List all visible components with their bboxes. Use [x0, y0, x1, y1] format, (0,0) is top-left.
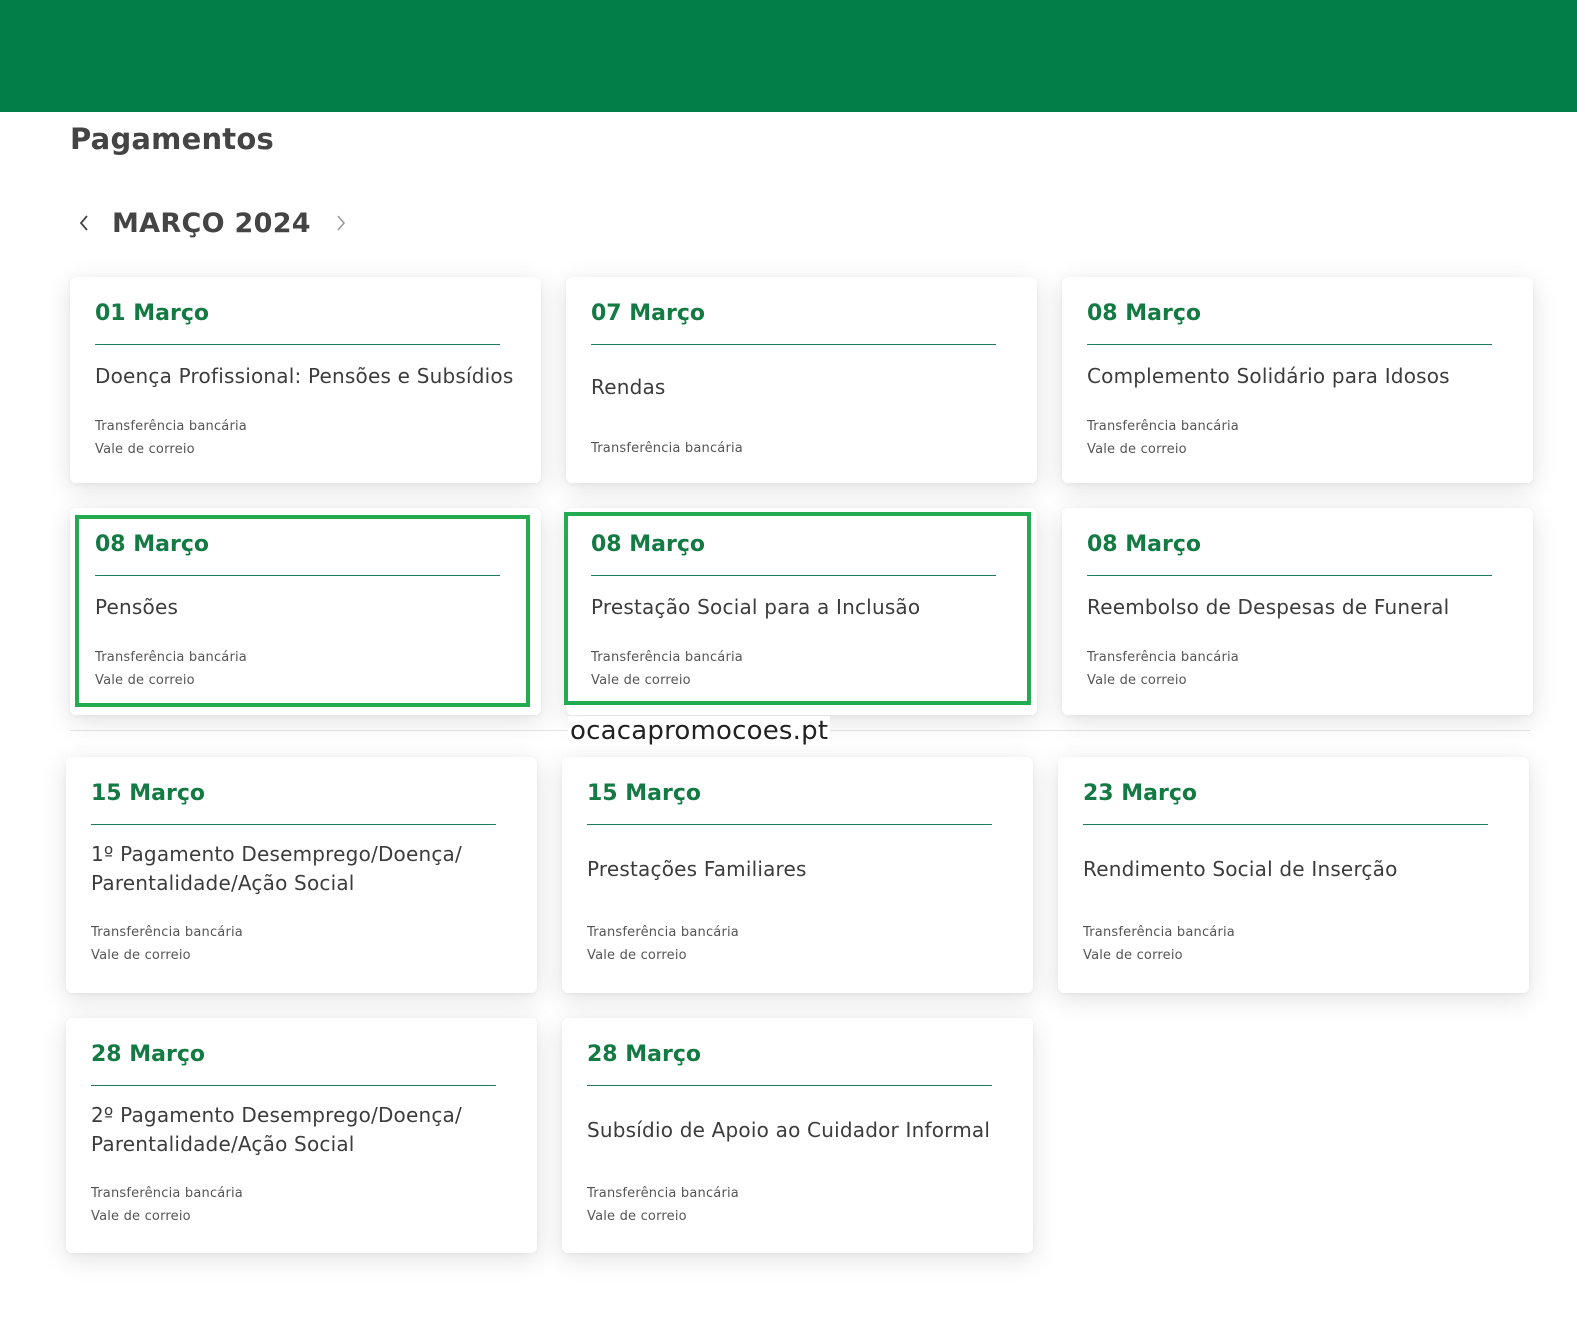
payment-date: 28 Março	[587, 1042, 702, 1067]
payment-methods-list: Transferência bancária	[591, 437, 1037, 460]
payment-benefit-title: Pensões	[95, 594, 179, 619]
payment-date: 15 Março	[587, 781, 702, 806]
payment-methods-list: Transferência bancária Vale de correio	[591, 646, 1037, 692]
payment-benefit-title: Prestação Social para a Inclusão	[591, 594, 921, 619]
payment-method: Transferência bancária	[587, 1186, 739, 1201]
payment-method: Transferência bancária	[591, 650, 743, 665]
payment-method: Transferência bancária	[95, 419, 247, 434]
payment-card[interactable]: 08 Março Pensões Transferência bancária Val…	[70, 508, 541, 715]
payment-card[interactable]: 15 Março 1º Pagamento Desemprego/Doença/ …	[66, 757, 537, 993]
payment-methods-list: Transferência bancária Vale de correio	[91, 921, 537, 967]
payment-methods-list: Transferência bancária Vale de correio	[1087, 415, 1533, 461]
payment-card[interactable]: 07 Março Rendas Transferência bancária	[566, 277, 1037, 483]
payment-methods-list: Transferência bancária Vale de correio	[95, 415, 541, 461]
payment-date: 08 Março	[1087, 532, 1202, 557]
payment-method: Vale de correio	[1083, 948, 1183, 963]
payment-benefit-title: Doença Profissional: Pensões e Subsídios	[95, 363, 514, 388]
payment-date: 15 Março	[91, 781, 206, 806]
payment-card[interactable]: 08 Março Reembolso de Despesas de Funeral…	[1062, 508, 1533, 715]
payment-method: Vale de correio	[1087, 673, 1187, 688]
payment-method: Vale de correio	[95, 442, 195, 457]
next-month-button[interactable]	[327, 203, 355, 243]
payment-date: 08 Março	[1087, 301, 1202, 326]
payment-date: 01 Março	[95, 301, 210, 326]
payment-methods-list: Transferência bancária Vale de correio	[91, 1182, 537, 1228]
payment-method: Transferência bancária	[1083, 925, 1235, 940]
payment-method: Transferência bancária	[95, 650, 247, 665]
payment-benefit-title: Rendas	[591, 374, 666, 399]
payment-method: Transferência bancária	[91, 925, 243, 940]
payment-benefit-title: Complemento Solidário para Idosos	[1087, 363, 1450, 388]
payment-card[interactable]: 28 Março Subsídio de Apoio ao Cuidador In…	[562, 1018, 1033, 1253]
current-month-label: MARÇO 2024	[112, 207, 311, 239]
payment-card[interactable]: 01 Março Doença Profissional: Pensões e S…	[70, 277, 541, 483]
payment-benefit-title: Reembolso de Despesas de Funeral	[1087, 594, 1450, 619]
page-title: Pagamentos	[70, 122, 274, 156]
payment-method: Vale de correio	[587, 948, 687, 963]
payment-benefit-title: Rendimento Social de Inserção	[1083, 856, 1398, 881]
previous-month-button[interactable]	[70, 203, 98, 243]
payment-methods-list: Transferência bancária Vale de correio	[587, 921, 1033, 967]
payment-card[interactable]: 23 Março Rendimento Social de Inserção Tra…	[1058, 757, 1529, 993]
watermark-text: ocacapromocoes.pt	[568, 716, 831, 746]
payment-methods-list: Transferência bancária Vale de correio	[587, 1182, 1033, 1228]
payment-card[interactable]: 08 Março Prestação Social para a Inclusão…	[566, 508, 1037, 715]
payment-date: 07 Março	[591, 301, 706, 326]
payment-method: Vale de correio	[1087, 442, 1187, 457]
payment-method: Vale de correio	[95, 673, 195, 688]
payment-method: Transferência bancária	[1087, 650, 1239, 665]
payment-method: Vale de correio	[91, 1209, 191, 1224]
payment-benefit-title: 2º Pagamento Desemprego/Doença/ Parental…	[91, 1103, 462, 1156]
payment-method: Transferência bancária	[587, 925, 739, 940]
payment-date: 08 Março	[95, 532, 210, 557]
payment-benefit-title: Prestações Familiares	[587, 856, 807, 881]
chevron-right-icon	[337, 215, 345, 231]
payment-methods-list: Transferência bancária Vale de correio	[1087, 646, 1533, 692]
payment-method: Transferência bancária	[591, 441, 743, 456]
payment-method: Vale de correio	[587, 1209, 687, 1224]
chevron-left-icon	[79, 215, 88, 231]
payment-method: Vale de correio	[91, 948, 191, 963]
payment-card[interactable]: 08 Março Complemento Solidário para Idoso…	[1062, 277, 1533, 483]
payment-methods-list: Transferência bancária Vale de correio	[1083, 921, 1529, 967]
site-header-bar	[0, 0, 1577, 112]
payment-method: Transferência bancária	[1087, 419, 1239, 434]
month-navigation: MARÇO 2024	[70, 200, 355, 246]
payment-card[interactable]: 28 Março 2º Pagamento Desemprego/Doença/ …	[66, 1018, 537, 1253]
payment-date: 23 Março	[1083, 781, 1198, 806]
payment-method: Transferência bancária	[91, 1186, 243, 1201]
payment-method: Vale de correio	[591, 673, 691, 688]
payment-benefit-title: 1º Pagamento Desemprego/Doença/ Parental…	[91, 842, 462, 895]
payment-methods-list: Transferência bancária Vale de correio	[95, 646, 541, 692]
payment-benefit-title: Subsídio de Apoio ao Cuidador Informal	[587, 1117, 991, 1142]
payment-date: 28 Março	[91, 1042, 206, 1067]
payment-date: 08 Março	[591, 532, 706, 557]
payment-card[interactable]: 15 Março Prestações Familiares Transferênc…	[562, 757, 1033, 993]
